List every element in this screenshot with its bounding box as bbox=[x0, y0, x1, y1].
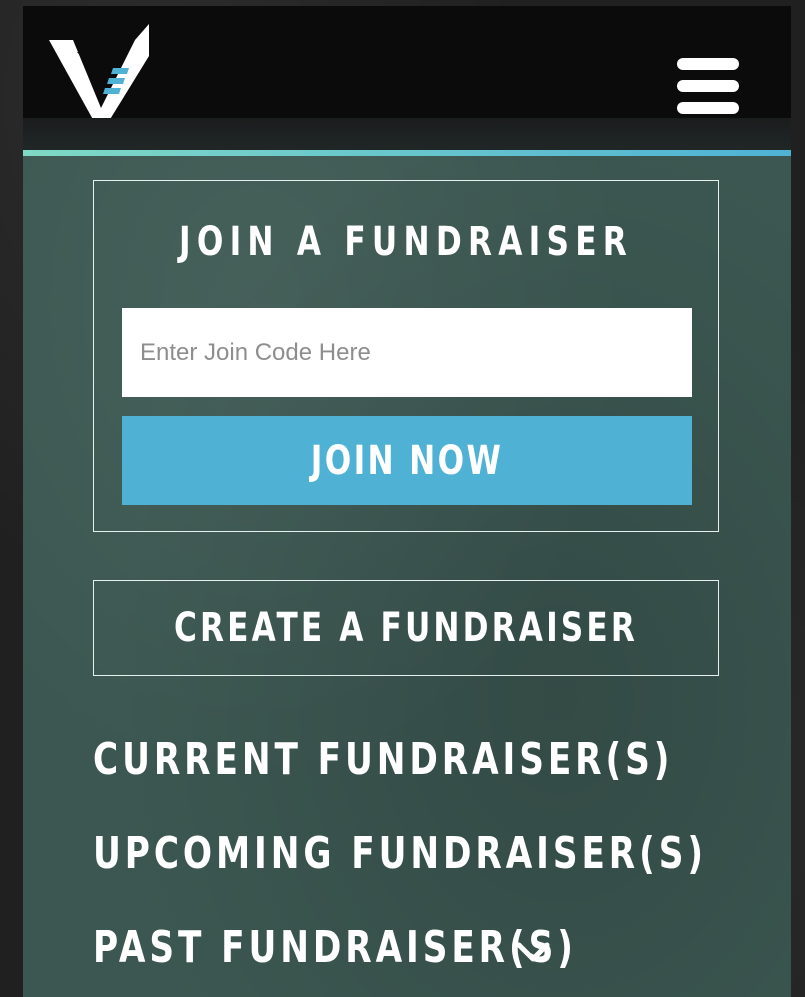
header-bar bbox=[23, 6, 791, 134]
join-now-label: Join Now bbox=[310, 437, 504, 484]
join-now-button[interactable]: Join Now bbox=[122, 416, 692, 505]
join-code-input[interactable] bbox=[122, 308, 692, 397]
create-fundraiser-label: Create a Fundraiser bbox=[174, 605, 638, 651]
app-container: Join a Fundraiser Join Now Create a Fund… bbox=[23, 6, 791, 997]
join-fundraiser-title: Join a Fundraiser bbox=[178, 219, 634, 265]
header-shadow bbox=[23, 118, 791, 150]
join-fundraiser-panel: Join a Fundraiser Join Now bbox=[93, 180, 719, 532]
chevron-down-icon[interactable] bbox=[515, 940, 551, 964]
create-fundraiser-button[interactable]: Create a Fundraiser bbox=[93, 580, 719, 676]
upcoming-fundraisers-link[interactable]: Upcoming Fundraiser(s) bbox=[93, 828, 707, 879]
accent-divider bbox=[23, 150, 791, 156]
past-fundraisers-link[interactable]: Past Fundraiser(s) bbox=[93, 922, 577, 973]
v-logo-icon[interactable] bbox=[49, 20, 149, 134]
hamburger-menu-icon[interactable] bbox=[677, 58, 739, 114]
current-fundraisers-link[interactable]: Current Fundraiser(s) bbox=[93, 734, 673, 785]
